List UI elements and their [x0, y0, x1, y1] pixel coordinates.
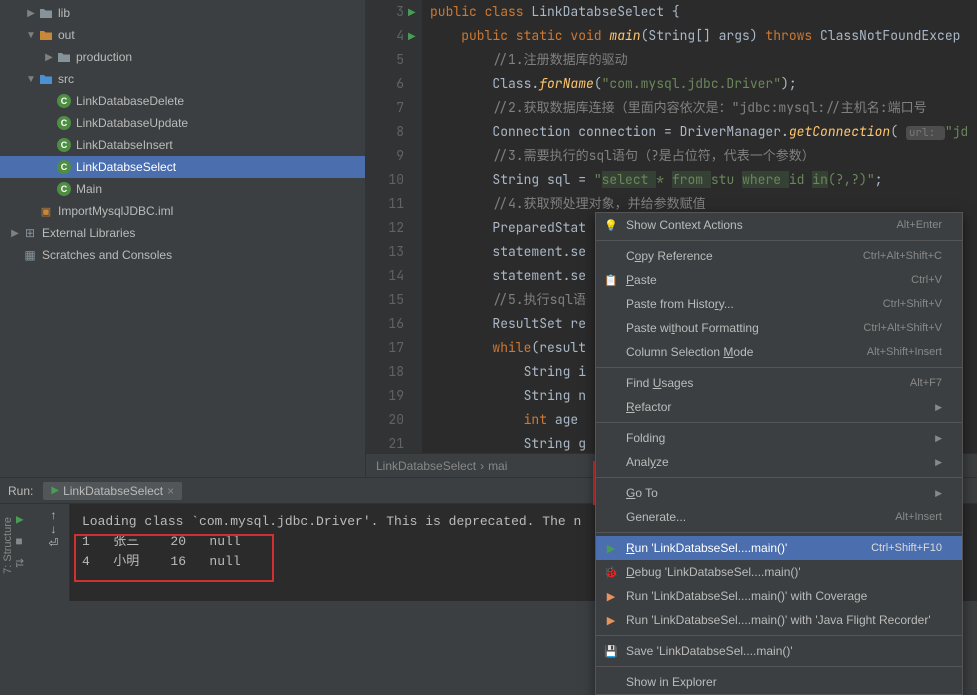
project-tree: ▶lib▼out▶production▼src C LinkDatabaseDele… — [0, 0, 366, 477]
tree-item-linkdatabaseupdate[interactable]: C LinkDatabaseUpdate — [0, 112, 365, 134]
line-number: 7 — [366, 96, 404, 120]
tree-item-linkdatabasedelete[interactable]: C LinkDatabaseDelete — [0, 90, 365, 112]
run-tab-name[interactable]: LinkDatabseSelect — [63, 484, 163, 498]
class-icon: C — [56, 115, 72, 131]
menu-run--linkdatabsesel----ma[interactable]: ▶Run 'LinkDatabseSel....main()' with 'Ja… — [596, 608, 962, 632]
tree-item-scratches-and-consoles[interactable]: ▦ Scratches and Consoles — [0, 244, 365, 266]
menu-refactor[interactable]: Refactor▶ — [596, 395, 962, 419]
tree-item-production[interactable]: ▶production — [0, 46, 365, 68]
tree-label: LinkDatabseInsert — [76, 138, 173, 152]
code-line[interactable]: //1.注册数据库的驱动 — [422, 48, 977, 72]
menu-show-context-actions[interactable]: 💡Show Context ActionsAlt+Enter — [596, 213, 962, 237]
tree-label: out — [58, 28, 75, 42]
class-icon: C — [56, 159, 72, 175]
tree-item-linkdatabseselect[interactable]: C LinkDatabseSelect — [0, 156, 365, 178]
down-icon[interactable]: ↓ — [51, 522, 57, 536]
line-number: 12 — [366, 216, 404, 240]
line-number: 4 — [366, 24, 404, 48]
line-number: 15 — [366, 288, 404, 312]
menu-save--linkdatabsesel----m[interactable]: 💾Save 'LinkDatabseSel....main()' — [596, 639, 962, 663]
code-line[interactable]: Class.forName("com.mysql.jdbc.Driver"); — [422, 72, 977, 96]
play-icon: ▶ — [51, 485, 59, 496]
code-line[interactable]: public class LinkDatabseSelect { — [422, 0, 977, 24]
class-icon: C — [56, 93, 72, 109]
tree-item-lib[interactable]: ▶lib — [0, 2, 365, 24]
menu-paste-without-formatting[interactable]: Paste without FormattingCtrl+Alt+Shift+V — [596, 316, 962, 340]
annotation-box — [74, 534, 274, 582]
tree-label: production — [76, 50, 132, 64]
tree-label: External Libraries — [42, 226, 135, 240]
tree-item-importmysqljdbc-iml[interactable]: ▣ ImportMysqlJDBC.iml — [0, 200, 365, 222]
menu-paste-from-history---[interactable]: Paste from History...Ctrl+Shift+V — [596, 292, 962, 316]
class-icon: C — [56, 137, 72, 153]
play-icon: ▶ — [603, 542, 619, 555]
bug-icon: 🐞 — [603, 566, 619, 579]
line-number: 6 — [366, 72, 404, 96]
line-number: 8 — [366, 120, 404, 144]
library-icon: ⊞ — [22, 225, 38, 241]
up-icon[interactable]: ↑ — [51, 508, 57, 522]
menu-run--linkdatabsesel----ma[interactable]: ▶Run 'LinkDatabseSel....main()'Ctrl+Shif… — [596, 536, 962, 560]
folder-icon — [38, 71, 54, 87]
scratch-icon: ▦ — [22, 247, 38, 263]
tree-label: LinkDatabseSelect — [76, 160, 176, 174]
line-number: 20 — [366, 408, 404, 432]
play-orange-icon: ▶ — [603, 614, 619, 627]
tree-label: lib — [58, 6, 70, 20]
tree-label: LinkDatabaseDelete — [76, 94, 184, 108]
menu-copy-reference[interactable]: Copy ReferenceCtrl+Alt+Shift+C — [596, 244, 962, 268]
menu-column-selection-mode[interactable]: Column Selection ModeAlt+Shift+Insert — [596, 340, 962, 364]
line-number: 16 — [366, 312, 404, 336]
folder-icon — [38, 27, 54, 43]
tree-item-external-libraries[interactable]: ▶⊞External Libraries — [0, 222, 365, 244]
save-icon: 💾 — [603, 645, 619, 658]
run-label: Run: — [8, 484, 33, 498]
tree-item-main[interactable]: C Main — [0, 178, 365, 200]
wrap-icon[interactable]: ⏎ — [48, 536, 58, 550]
folder-icon — [56, 49, 72, 65]
tree-item-src[interactable]: ▼src — [0, 68, 365, 90]
menu-show-in-explorer[interactable]: Show in Explorer — [596, 670, 962, 694]
code-line[interactable]: Connection connection = DriverManager.ge… — [422, 120, 977, 144]
line-number: 11 — [366, 192, 404, 216]
line-number: 9 — [366, 144, 404, 168]
menu-analyze[interactable]: Analyze▶ — [596, 450, 962, 474]
menu-debug--linkdatabsesel----[interactable]: 🐞Debug 'LinkDatabseSel....main()' — [596, 560, 962, 584]
paste-icon: 📋 — [603, 274, 619, 287]
structure-tab[interactable]: 7: Structure — [0, 513, 16, 578]
gutter-run-icon[interactable]: ▶ — [408, 7, 416, 18]
context-menu: 💡Show Context ActionsAlt+Enter Copy Refer… — [595, 212, 963, 695]
tree-label: ImportMysqlJDBC.iml — [58, 204, 173, 218]
menu-run--linkdatabsesel----ma[interactable]: ▶Run 'LinkDatabseSel....main()' with Cov… — [596, 584, 962, 608]
tree-item-linkdatabseinsert[interactable]: C LinkDatabseInsert — [0, 134, 365, 156]
close-icon[interactable]: × — [167, 484, 174, 498]
tree-item-out[interactable]: ▼out — [0, 24, 365, 46]
line-number: 10 — [366, 168, 404, 192]
code-line[interactable]: String sql = "select * from stu where id… — [422, 168, 977, 192]
menu-generate---[interactable]: Generate...Alt+Insert — [596, 505, 962, 529]
line-number: 5 — [366, 48, 404, 72]
tree-label: LinkDatabaseUpdate — [76, 116, 188, 130]
line-number: 13 — [366, 240, 404, 264]
line-number: 18 — [366, 360, 404, 384]
menu-paste[interactable]: 📋PasteCtrl+V — [596, 268, 962, 292]
menu-find-usages[interactable]: Find UsagesAlt+F7 — [596, 371, 962, 395]
class-icon: C — [56, 181, 72, 197]
tree-label: src — [58, 72, 74, 86]
folder-icon — [38, 5, 54, 21]
line-number: 3 — [366, 0, 404, 24]
menu-go-to[interactable]: Go To▶ — [596, 481, 962, 505]
code-line[interactable]: public static void main(String[] args) t… — [422, 24, 977, 48]
menu-folding[interactable]: Folding▶ — [596, 426, 962, 450]
tree-label: Scratches and Consoles — [42, 248, 172, 262]
bulb-icon: 💡 — [603, 219, 619, 232]
code-line[interactable]: //2.获取数据库连接（里面内容依次是："jdbc:mysql://主机名:端口… — [422, 96, 977, 120]
line-number: 14 — [366, 264, 404, 288]
tree-label: Main — [76, 182, 102, 196]
iml-icon: ▣ — [38, 203, 54, 219]
line-number: 17 — [366, 336, 404, 360]
code-line[interactable]: //3.需要执行的sql语句（?是占位符，代表一个参数） — [422, 144, 977, 168]
gutter-run-icon[interactable]: ▶ — [408, 31, 416, 42]
line-number: 19 — [366, 384, 404, 408]
